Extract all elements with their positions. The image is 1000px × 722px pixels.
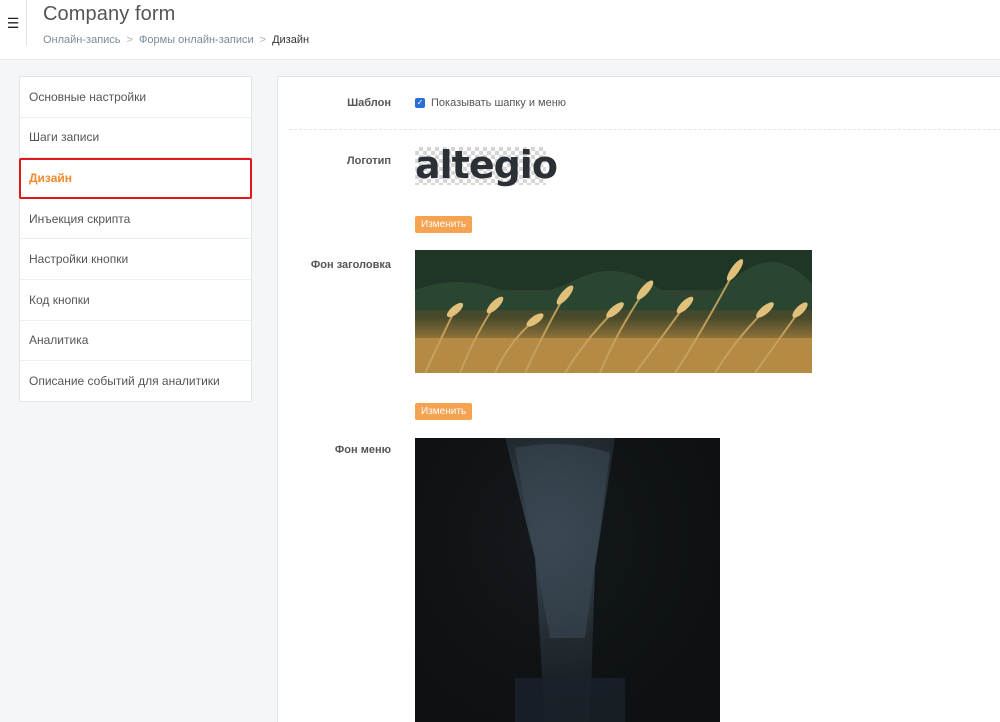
checkbox-label: Показывать шапку и меню xyxy=(431,97,567,109)
top-bar: ☰ Company form Онлайн-запись > Формы онл… xyxy=(0,0,1000,60)
sidebar-item-design[interactable]: Дизайн xyxy=(19,158,252,199)
breadcrumb-separator: > xyxy=(126,34,133,46)
breadcrumb-item-online-booking[interactable]: Онлайн-запись xyxy=(43,34,121,46)
street-image xyxy=(415,438,720,722)
altegio-logo: altegio xyxy=(415,143,558,187)
hamburger-menu-icon[interactable]: ☰ xyxy=(0,0,26,46)
breadcrumb: Онлайн-запись > Формы онлайн-записи > Ди… xyxy=(43,34,309,46)
design-settings-panel: Шаблон ✓ Показывать шапку и меню Логотип… xyxy=(277,76,1000,722)
breadcrumb-separator: > xyxy=(259,34,267,46)
section-divider xyxy=(289,129,1000,130)
sidebar-item-script-injection[interactable]: Инъекция скрипта xyxy=(20,199,251,240)
change-logo-button[interactable]: Изменить xyxy=(415,216,473,233)
divider xyxy=(26,0,27,46)
menu-background-preview xyxy=(415,438,720,722)
sidebar-item-analytics-events[interactable]: Описание событий для аналитики xyxy=(20,361,251,402)
logo-preview: altegio xyxy=(415,143,558,187)
sidebar-item-main-settings[interactable]: Основные настройки xyxy=(20,77,251,118)
header-background-label: Фон заголовка xyxy=(310,259,391,271)
logo-label: Логотип xyxy=(346,155,391,167)
header-background-preview xyxy=(415,250,812,373)
settings-sidebar: Основные настройки Шаги записи Дизайн Ин… xyxy=(19,76,252,402)
sidebar-item-button-settings[interactable]: Настройки кнопки xyxy=(20,239,251,280)
menu-background-label: Фон меню xyxy=(334,444,391,456)
page-title: Company form xyxy=(43,3,176,25)
wheat-field-image xyxy=(415,250,812,373)
template-label: Шаблон xyxy=(347,97,391,109)
sidebar-item-button-code[interactable]: Код кнопки xyxy=(20,280,251,321)
show-header-menu-checkbox[interactable]: ✓ Показывать шапку и меню xyxy=(415,97,566,109)
sidebar-item-booking-steps[interactable]: Шаги записи xyxy=(20,118,251,159)
breadcrumb-item-current: Дизайн xyxy=(272,34,310,46)
breadcrumb-item-forms[interactable]: Формы онлайн-записи xyxy=(139,34,254,46)
sidebar-item-analytics[interactable]: Аналитика xyxy=(20,321,251,362)
checkbox-checked-icon[interactable]: ✓ xyxy=(415,98,425,108)
change-header-background-button[interactable]: Изменить xyxy=(415,403,473,420)
